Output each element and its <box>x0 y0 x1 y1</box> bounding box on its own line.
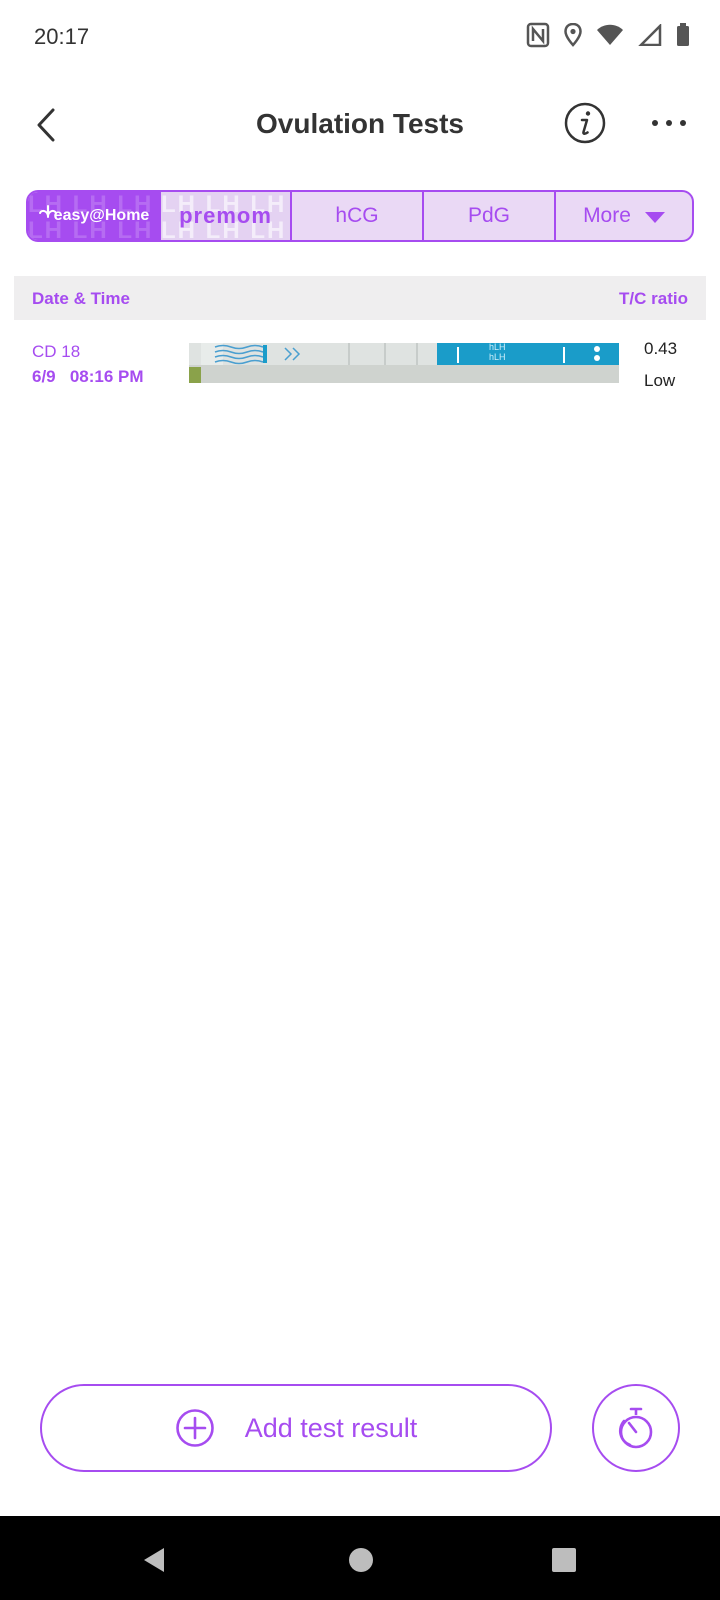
tab-pdg[interactable]: PdG <box>424 192 556 240</box>
location-icon <box>564 23 582 47</box>
wifi-icon <box>597 24 623 45</box>
strip-label-2: hLH <box>489 352 506 362</box>
system-nav-bar <box>0 1516 720 1600</box>
status-icons <box>526 22 690 48</box>
info-icon[interactable] <box>564 102 606 144</box>
status-time: 20:17 <box>34 24 90 49</box>
add-test-result-label: Add test result <box>244 1412 418 1443</box>
plus-circle-icon <box>175 1409 214 1447</box>
premom-logo: premom <box>179 203 272 228</box>
more-dots-icon <box>652 120 686 126</box>
tab-pdg-label: PdG <box>467 204 511 227</box>
nav-home-icon[interactable] <box>341 1540 381 1580</box>
table-header: Date & Time T/C ratio <box>14 276 706 320</box>
column-header-ratio: T/C ratio <box>619 289 688 308</box>
tab-more[interactable]: More <box>556 192 692 240</box>
dropdown-caret-icon <box>644 211 665 223</box>
test-strip-photo <box>189 343 619 383</box>
nfc-icon <box>526 22 550 48</box>
tc-ratio-value: 0.43 <box>644 339 678 358</box>
nav-recents-icon[interactable] <box>544 1540 584 1580</box>
stopwatch-icon <box>618 1407 653 1449</box>
app-header: Ovulation Tests <box>0 80 720 170</box>
add-test-result-button[interactable]: Add test result <box>40 1384 552 1472</box>
status-bar: 20:17 <box>0 0 720 76</box>
more-options-button[interactable] <box>646 106 692 140</box>
battery-icon <box>677 23 689 46</box>
signal-icon <box>638 24 662 46</box>
cycle-day: CD 18 <box>32 342 81 361</box>
strip-label-1: hLH <box>489 343 506 352</box>
tab-hcg-label: hCG <box>335 204 379 227</box>
tab-easy-home[interactable]: LH LH LH LHLH LH LH LH easy@Home <box>28 192 161 240</box>
tab-hcg[interactable]: hCG <box>292 192 424 240</box>
test-result-row[interactable]: CD 18 6/9 08:16 PM hLH hLH 0.43 Low <box>14 330 706 400</box>
test-time: 08:16 PM <box>69 367 144 386</box>
test-strip-image: hLH hLH <box>189 343 619 383</box>
test-type-tabs: LH LH LH LHLH LH LH LH easy@Home LH LH L… <box>26 190 694 242</box>
column-header-date: Date & Time <box>32 289 130 308</box>
test-datetime: 6/9 08:16 PM <box>32 367 144 387</box>
test-date: 6/9 <box>32 367 56 386</box>
lh-level: Low <box>644 371 676 390</box>
easy-home-logo: easy@Home <box>53 207 150 224</box>
nav-back-icon[interactable] <box>136 1540 176 1580</box>
tab-premom[interactable]: LH LH LH LHLH LH LH LH premom <box>161 192 292 240</box>
page-title: Ovulation Tests <box>256 108 464 139</box>
timer-button[interactable] <box>592 1384 680 1472</box>
tab-more-label: More <box>583 204 631 227</box>
